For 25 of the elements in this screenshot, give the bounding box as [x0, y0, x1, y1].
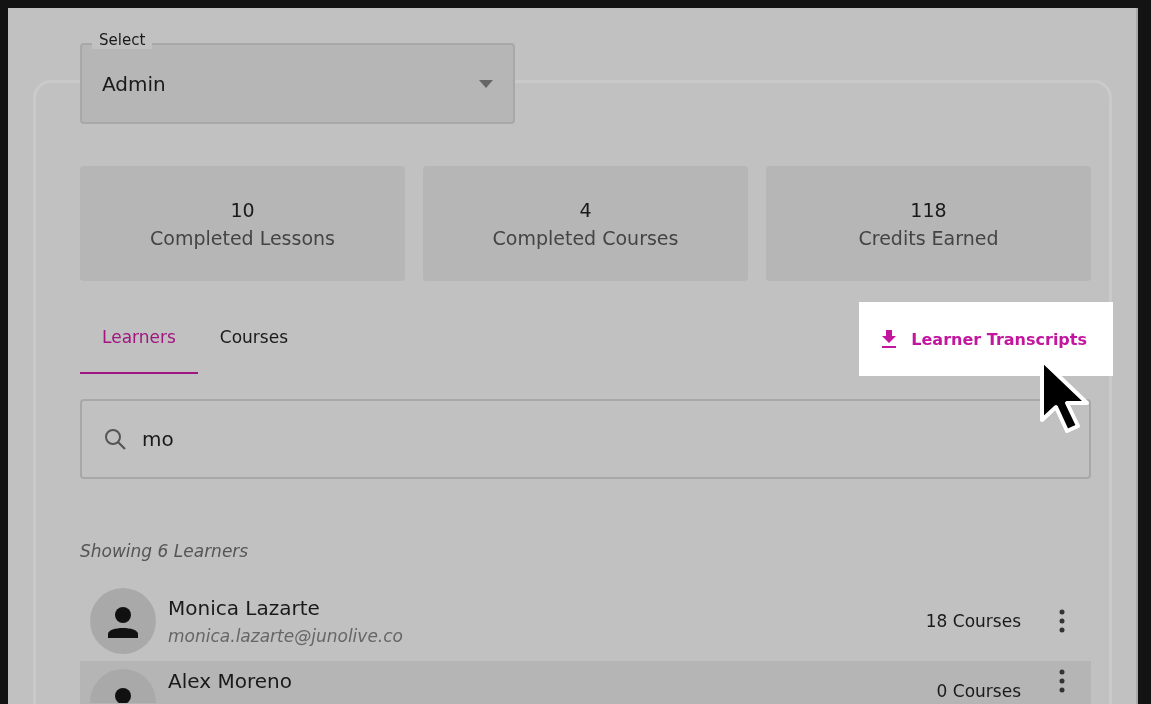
course-count: 18 Courses — [925, 611, 1021, 631]
learner-email: monica.lazarte@junolive.co — [168, 626, 404, 646]
more-icon[interactable] — [1059, 669, 1065, 693]
learner-transcripts-button[interactable]: Learner Transcripts — [859, 302, 1113, 376]
tab[interactable]: Courses — [197, 302, 311, 374]
more-icon[interactable] — [1059, 609, 1065, 633]
stat-label: Credits Earned — [858, 226, 999, 249]
caret-icon — [479, 79, 493, 88]
avatar-icon — [90, 588, 156, 654]
course-count: 0 Courses — [936, 680, 1021, 701]
stat-label: Completed Courses — [492, 226, 679, 249]
learner-name: Monica Lazarte — [168, 596, 321, 620]
learner-name: Alex Moreno — [168, 669, 293, 693]
avatar-icon — [90, 669, 156, 703]
learner-row[interactable]: Alex Moreno 0 Courses — [80, 661, 1091, 704]
download-icon — [881, 330, 898, 348]
tab[interactable]: Learners — [80, 302, 198, 374]
stat-value: 118 — [910, 198, 947, 221]
stat-value: 4 — [579, 198, 592, 221]
learner-row[interactable]: Monica Lazarte monica.lazarte@junolive.co 18 Courses — [80, 581, 1091, 661]
search-field[interactable]: mo — [80, 399, 1091, 479]
search-icon — [104, 428, 126, 450]
result-count: Showing 6 Learners — [80, 541, 250, 561]
stat-label: Completed Lessons — [150, 226, 335, 249]
stat-value: 10 — [230, 198, 255, 221]
